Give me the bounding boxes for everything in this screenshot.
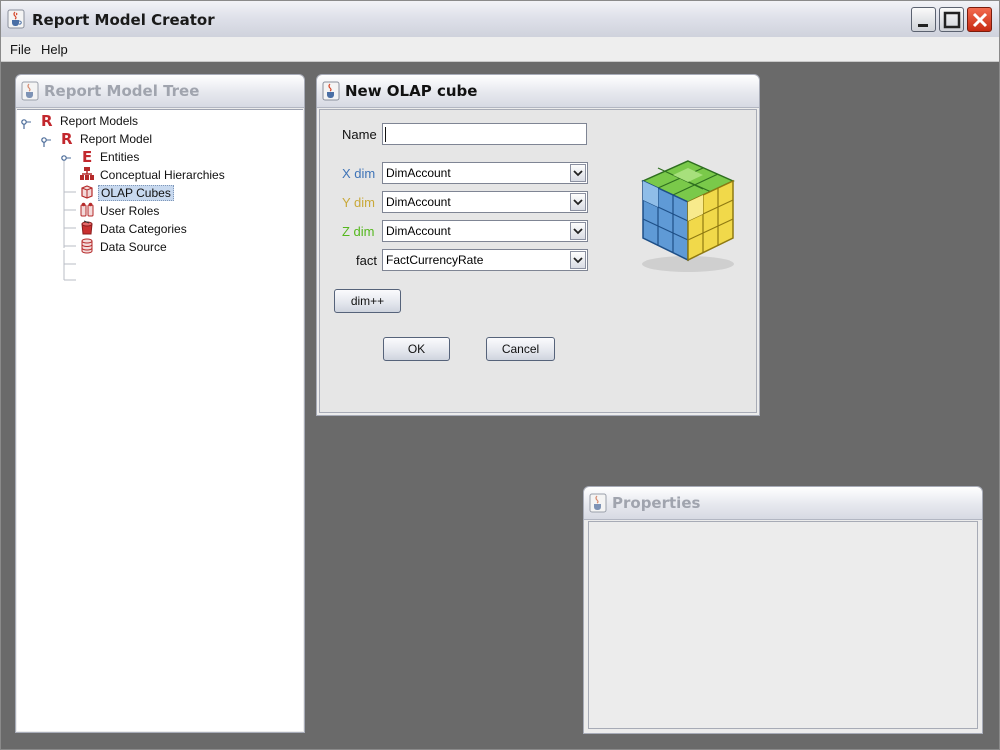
new-olap-cube-dialog: New OLAP cube Name X dim DimAccount Y di… [316, 74, 760, 416]
ok-button[interactable]: OK [383, 337, 450, 361]
y-dim-select[interactable]: DimAccount [382, 191, 588, 213]
chevron-down-icon[interactable] [570, 251, 586, 269]
report-model-tree-panel: Report Model Tree R Report Models R Report… [15, 74, 305, 733]
svg-text:R: R [61, 130, 73, 146]
fact-label: fact [356, 253, 377, 268]
tree-node-label: OLAP Cubes [98, 185, 174, 201]
properties-panel-title: Properties [612, 494, 701, 512]
tree-node-data-source[interactable]: Data Source [79, 238, 169, 256]
entity-icon: E [82, 148, 92, 164]
svg-text:E: E [82, 148, 92, 164]
tree-node-label: Conceptual Hierarchies [100, 168, 225, 182]
chevron-down-icon[interactable] [570, 164, 586, 182]
tree-expand-handle[interactable] [61, 155, 71, 165]
text-caret [385, 127, 386, 142]
window-title: Report Model Creator [32, 11, 215, 29]
tree-node-entities[interactable]: E Entities [79, 148, 141, 166]
y-dim-label: Y dim [342, 195, 375, 210]
properties-content[interactable] [588, 521, 978, 729]
z-dim-value: DimAccount [386, 224, 451, 238]
olap-cube-icon [81, 185, 93, 199]
dialog-body: Name X dim DimAccount Y dim DimAccount Z… [319, 109, 757, 413]
x-dim-label: X dim [342, 166, 376, 181]
z-dim-select[interactable]: DimAccount [382, 220, 588, 242]
x-dim-select[interactable]: DimAccount [382, 162, 588, 184]
report-model-icon: R [61, 130, 73, 146]
tree-connector-lines [63, 250, 76, 281]
dialog-header[interactable]: New OLAP cube [317, 75, 759, 108]
chevron-down-icon[interactable] [570, 222, 586, 240]
tree-node-olap-cubes[interactable]: OLAP Cubes [79, 184, 174, 202]
minimize-button[interactable] [911, 7, 936, 32]
dialog-title: New OLAP cube [345, 82, 478, 100]
menu-file[interactable]: File [10, 42, 31, 57]
minimize-icon [918, 24, 928, 27]
olap-cube-illustration [641, 160, 735, 272]
name-label: Name [342, 127, 377, 142]
tree-panel-title: Report Model Tree [44, 82, 200, 100]
title-bar[interactable]: Report Model Creator [1, 1, 999, 38]
data-categories-icon [81, 220, 93, 235]
tree-node-label: Report Models [60, 114, 139, 128]
tree-view[interactable]: R Report Models R Report Model E Entitie… [17, 109, 303, 731]
tree-expand-handle[interactable] [21, 119, 31, 129]
tree-node-data-categories[interactable]: Data Categories [79, 220, 189, 238]
chevron-down-icon[interactable] [570, 193, 586, 211]
menu-help[interactable]: Help [41, 42, 68, 57]
maximize-icon [943, 11, 961, 29]
java-cup-icon [322, 81, 340, 101]
java-cup-icon [7, 9, 25, 29]
close-button[interactable] [967, 7, 992, 32]
name-input[interactable] [382, 123, 587, 145]
tree-node-user-roles[interactable]: User Roles [79, 202, 161, 220]
maximize-button[interactable] [939, 7, 964, 32]
app-window: Report Model Creator File Help Report Mo… [0, 0, 1000, 750]
properties-panel-header[interactable]: Properties [584, 487, 982, 520]
add-dimension-button[interactable]: dim++ [334, 289, 401, 313]
y-dim-value: DimAccount [386, 195, 451, 209]
fact-value: FactCurrencyRate [386, 253, 484, 267]
tree-node-label: Data Categories [100, 222, 187, 236]
svg-text:R: R [41, 112, 53, 128]
tree-node-label: Entities [100, 150, 140, 164]
tree-node-conceptual-hierarchies[interactable]: Conceptual Hierarchies [79, 166, 227, 184]
java-cup-icon [21, 81, 39, 101]
user-roles-icon [80, 202, 94, 217]
tree-node-label: User Roles [100, 204, 160, 218]
database-icon [81, 238, 93, 254]
tree-node-label: Data Source [100, 240, 167, 254]
menu-bar: File Help [1, 37, 999, 62]
tree-node-report-model[interactable]: R Report Model [59, 130, 154, 148]
fact-select[interactable]: FactCurrencyRate [382, 249, 588, 271]
hierarchy-icon [80, 167, 94, 180]
z-dim-label: Z dim [342, 224, 375, 239]
tree-node-label: Report Model [80, 132, 153, 146]
java-cup-icon [589, 493, 607, 513]
cancel-button[interactable]: Cancel [486, 337, 555, 361]
close-icon [972, 12, 988, 28]
tree-expand-handle[interactable] [41, 137, 51, 147]
report-model-icon: R [41, 112, 53, 128]
tree-panel-header[interactable]: Report Model Tree [16, 75, 304, 108]
tree-node-report-models[interactable]: R Report Models [39, 112, 140, 130]
properties-panel: Properties [583, 486, 983, 734]
x-dim-value: DimAccount [386, 166, 451, 180]
